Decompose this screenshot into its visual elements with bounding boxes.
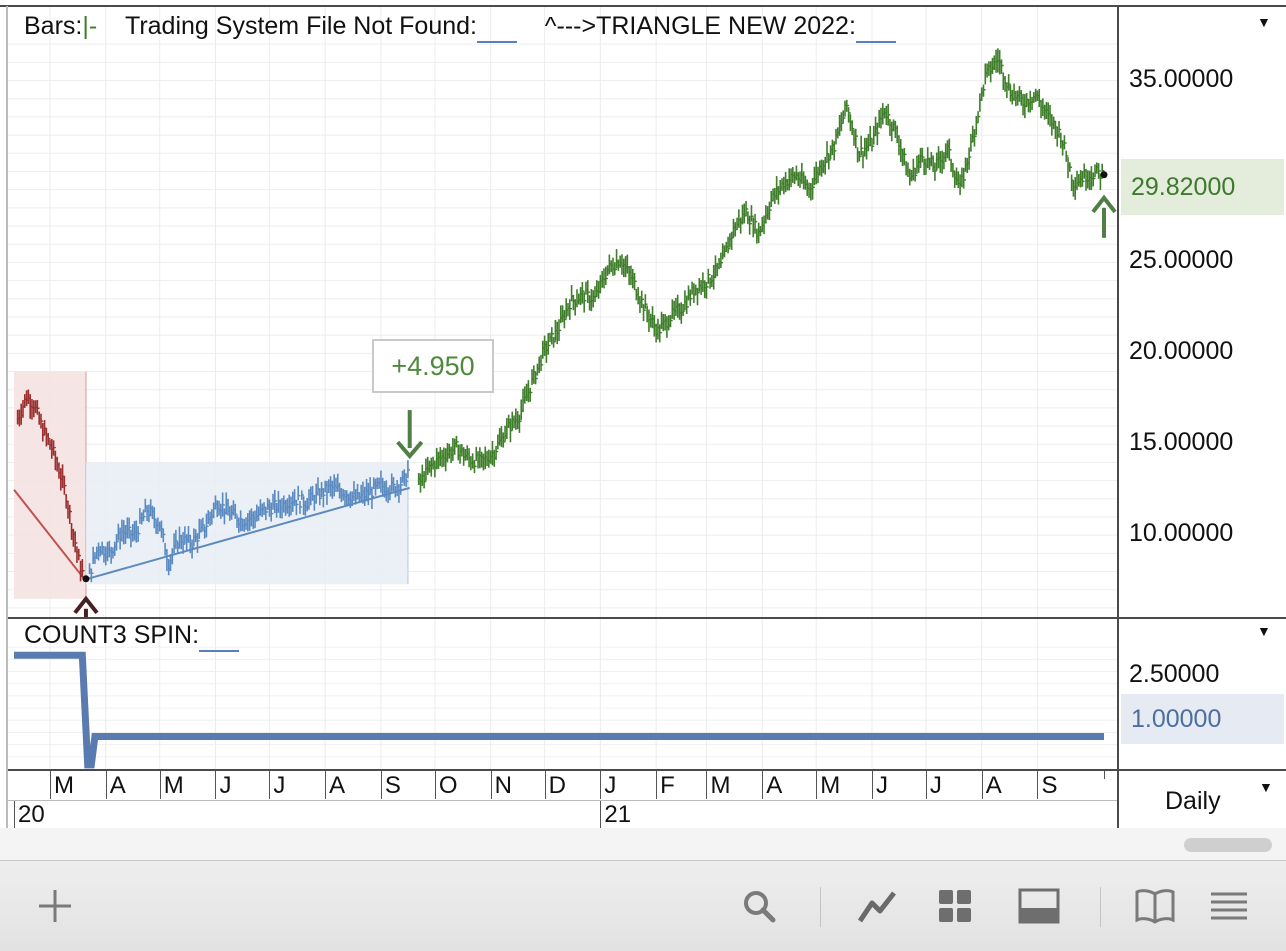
month-tick — [762, 771, 764, 799]
month-label: A — [766, 772, 783, 799]
indicator-legend: COUNT3 SPIN: — [24, 621, 240, 652]
month-label: S — [1041, 772, 1058, 799]
indicator-pane[interactable]: COUNT3 SPIN: — [8, 619, 1118, 769]
month-label: A — [985, 772, 1002, 799]
last-price-badge: 29.82000 — [1121, 159, 1284, 215]
price-pane-menu-caret-icon[interactable]: ▼ — [1257, 14, 1271, 30]
book-icon[interactable] — [1132, 883, 1178, 929]
month-label: A — [329, 772, 346, 799]
month-tick — [925, 771, 927, 799]
month-tick — [544, 771, 546, 799]
price-chart[interactable] — [8, 6, 1118, 639]
month-tick — [656, 771, 658, 799]
panel-icon[interactable] — [1016, 883, 1062, 929]
indicator-legend-value — [199, 621, 240, 652]
month-label: M — [163, 772, 184, 799]
period-menu-caret-icon[interactable]: ▼ — [1259, 779, 1273, 795]
price-tick-label: 25.00000 — [1129, 246, 1234, 275]
indicator-tick-label: 2.50000 — [1129, 659, 1220, 688]
bottom-toolbar — [0, 860, 1286, 951]
month-tick — [434, 771, 436, 799]
month-label: J — [219, 772, 232, 799]
price-tick-label: 10.00000 — [1129, 519, 1234, 548]
month-tick — [325, 771, 327, 799]
legend-triangle-label: ^--->TRIANGLE NEW 2022: — [544, 12, 856, 40]
month-tick — [981, 771, 983, 799]
price-pane[interactable]: Bars:|- Trading System File Not Found: ^… — [8, 6, 1118, 639]
price-axis[interactable]: ▼ 35.00000 25.00000 20.00000 15.00000 10.000… — [1119, 6, 1286, 617]
month-tick — [269, 771, 271, 799]
chart-app: Bars:|- Trading System File Not Found: ^… — [0, 0, 1286, 951]
month-label: M — [710, 772, 731, 799]
horizontal-scroll-thumb[interactable] — [1184, 838, 1272, 852]
period-label: Daily — [1165, 787, 1221, 815]
legend-system-label: Trading System File Not Found: — [124, 12, 477, 40]
month-label: J — [875, 772, 888, 799]
year-tick — [14, 801, 15, 828]
month-tick — [706, 771, 708, 799]
month-label: S — [384, 772, 401, 799]
date-axis[interactable]: M A M J J A S O N D J F M A M J J A S 20 21 — [8, 771, 1118, 828]
toolbar-separator — [820, 887, 821, 927]
price-tick-label: 15.00000 — [1129, 428, 1234, 457]
entry-dot — [82, 575, 90, 583]
month-label: M — [820, 772, 841, 799]
price-legend: Bars:|- Trading System File Not Found: ^… — [24, 12, 896, 43]
month-tick — [600, 771, 602, 799]
left-border — [6, 6, 8, 828]
year-label: 21 — [604, 801, 632, 828]
month-label: F — [660, 772, 675, 799]
line-chart-icon[interactable] — [854, 883, 900, 929]
pane-divider[interactable] — [8, 617, 1286, 619]
entry-dot — [1100, 171, 1108, 179]
search-icon[interactable] — [736, 883, 782, 929]
price-tick-label: 35.00000 — [1129, 64, 1234, 93]
indicator-axis[interactable]: ▼ 2.50000 1.00000 — [1119, 619, 1286, 769]
month-tick — [1104, 771, 1105, 779]
month-tick — [1037, 771, 1039, 799]
month-label: A — [109, 772, 126, 799]
toolbar-separator — [1100, 887, 1101, 927]
trade-profit-label: +4.950 — [372, 339, 494, 393]
month-label: J — [929, 772, 942, 799]
month-tick — [215, 771, 217, 799]
plus-icon[interactable] — [32, 883, 78, 929]
top-border — [0, 5, 1286, 7]
legend-bars-label: Bars: — [24, 12, 83, 40]
axis-separator — [1117, 6, 1119, 828]
indicator-pane-menu-caret-icon[interactable]: ▼ — [1257, 623, 1271, 639]
month-label: D — [548, 772, 566, 799]
month-tick — [871, 771, 873, 799]
month-label: J — [604, 772, 617, 799]
period-selector[interactable]: ▼ Daily — [1119, 771, 1286, 828]
month-tick — [159, 771, 161, 799]
month-tick — [49, 771, 51, 799]
last-indicator-badge: 1.00000 — [1121, 694, 1284, 744]
month-label: J — [273, 772, 286, 799]
axis-divider — [8, 769, 1286, 771]
list-icon[interactable] — [1206, 883, 1252, 929]
horizontal-scroll-track[interactable] — [0, 828, 1286, 860]
year-label: 20 — [18, 801, 45, 828]
indicator-legend-label: COUNT3 SPIN: — [24, 621, 200, 649]
month-tick — [105, 771, 107, 799]
legend-triangle-value — [855, 12, 896, 43]
month-label: O — [438, 772, 458, 799]
month-tick — [490, 771, 492, 799]
month-label: M — [53, 772, 74, 799]
price-tick-label: 20.00000 — [1129, 337, 1234, 366]
date-axis-divider — [8, 800, 1118, 801]
legend-bars-glyph: |- — [82, 12, 98, 40]
month-tick — [816, 771, 818, 799]
grid-icon[interactable] — [932, 883, 978, 929]
month-label: N — [494, 772, 512, 799]
legend-system-value — [476, 12, 517, 43]
month-tick — [380, 771, 382, 799]
year-tick — [600, 801, 602, 828]
